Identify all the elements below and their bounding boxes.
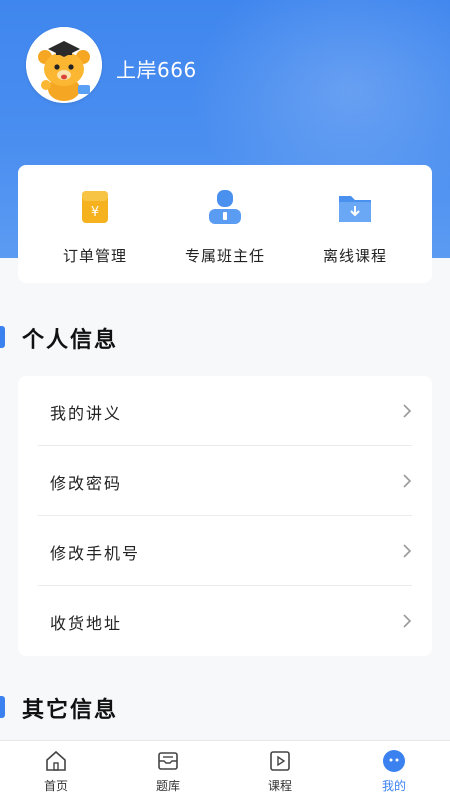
profile-icon <box>383 750 405 772</box>
list-item-change-password[interactable]: 修改密码 <box>18 446 432 516</box>
shortcut-class-advisor[interactable]: 专属班主任 <box>156 165 294 283</box>
list-item-label: 修改密码 <box>50 474 123 493</box>
section-accent-bar <box>0 696 5 718</box>
yen-card-icon: ¥ <box>82 191 108 223</box>
tab-courses[interactable]: 课程 <box>224 741 336 800</box>
personal-info-list: 我的讲义 修改密码 修改手机号 收货地址 <box>18 376 432 656</box>
list-item-label: 我的讲义 <box>50 404 123 423</box>
tab-label: 我的 <box>381 779 406 793</box>
advisor-icon <box>209 190 241 224</box>
list-item-label: 修改手机号 <box>50 544 141 563</box>
chevron-right-icon <box>403 544 412 558</box>
shortcut-offline-courses[interactable]: 离线课程 <box>286 165 424 283</box>
question-bank-icon <box>158 752 178 770</box>
download-folder-icon <box>339 196 371 222</box>
tab-home[interactable]: 首页 <box>0 741 112 800</box>
chevron-right-icon <box>403 474 412 488</box>
shortcut-label: 订单管理 <box>62 247 127 265</box>
list-item-handouts[interactable]: 我的讲义 <box>18 376 432 446</box>
username: 上岸666 <box>116 58 197 82</box>
section-title-personal: 个人信息 <box>22 328 119 353</box>
shortcut-order-management[interactable]: ¥ 订单管理 <box>26 165 164 283</box>
course-icon <box>270 751 290 771</box>
home-icon <box>46 750 66 771</box>
tab-profile[interactable]: 我的 <box>338 741 450 800</box>
list-item-shipping-address[interactable]: 收货地址 <box>18 586 432 656</box>
section-accent-bar <box>0 326 5 348</box>
tab-question-bank[interactable]: 题库 <box>112 741 224 800</box>
section-title-other: 其它信息 <box>22 698 119 723</box>
shortcut-label: 专属班主任 <box>184 247 265 265</box>
avatar[interactable] <box>26 27 102 103</box>
bear-mascot-icon <box>26 27 102 103</box>
chevron-right-icon <box>403 614 412 628</box>
bottom-tab-bar: 首页 题库 课程 我的 <box>0 740 450 800</box>
shortcut-label: 离线课程 <box>322 247 387 265</box>
chevron-right-icon <box>403 404 412 418</box>
list-item-label: 收货地址 <box>50 614 123 633</box>
tab-label: 首页 <box>43 779 68 793</box>
svg-text:¥: ¥ <box>91 205 99 220</box>
tab-label: 课程 <box>267 779 292 793</box>
list-item-change-phone[interactable]: 修改手机号 <box>18 516 432 586</box>
shortcut-card: ¥ 订单管理 专属班主任 离线课程 <box>18 165 432 283</box>
tab-label: 题库 <box>155 779 180 793</box>
